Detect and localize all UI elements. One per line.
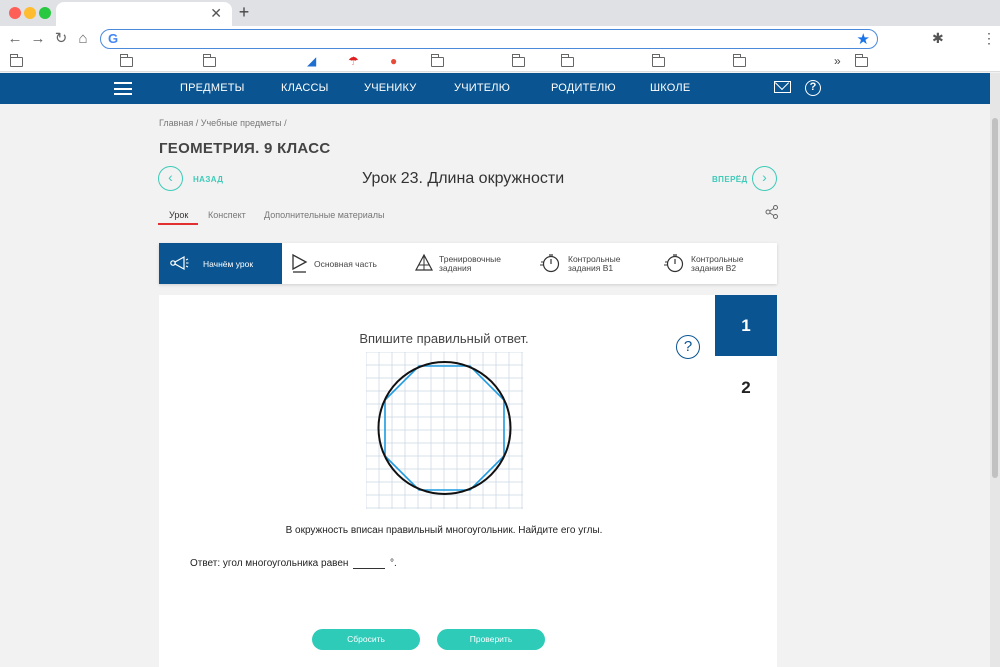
close-window-button[interactable] [9,7,21,19]
star-icon[interactable]: ★ [857,30,870,48]
play-icon [292,253,308,273]
tab-additional-materials[interactable]: Дополнительные материалы [264,210,385,220]
task-number-2[interactable]: 2 [715,370,777,405]
folder-icon[interactable] [561,54,574,67]
pyramid-icon [415,253,433,271]
lesson-title: Урок 23. Длина окружности [362,170,565,187]
step-control-b2[interactable]: Контрольные задания В2 [654,243,777,284]
back-arrow-icon[interactable]: ← [6,30,24,48]
bookmarks-bar: ◢ ☂ ● » [0,52,1000,72]
step-training-tasks[interactable]: Тренировочные задания [406,243,530,284]
stopwatch-icon [540,254,560,273]
minimize-window-button[interactable] [24,7,36,19]
step-label: Начнём урок [203,259,254,269]
step-label: задания В1 [568,263,614,273]
nav-teachers[interactable]: УЧИТЕЛЮ [454,82,510,94]
map-pin-icon[interactable]: ● [390,54,397,68]
new-tab-button[interactable]: + [236,2,252,23]
browser-tab[interactable]: ✕ [56,2,232,26]
back-label[interactable]: НАЗАД [193,175,223,184]
reload-icon[interactable]: ↻ [52,30,70,48]
tab-lesson[interactable]: Урок [169,210,188,220]
step-start-lesson[interactable]: Начнём урок [159,243,282,284]
answer-input[interactable] [353,559,386,569]
lesson-stepper: Начнём урок Основная часть Тренировочные… [159,243,777,284]
folder-icon[interactable] [10,54,23,67]
menu-dots-icon[interactable]: ⋮ [982,30,996,47]
check-button[interactable]: Проверить [437,629,545,650]
active-tab-underline [158,223,198,225]
nav-schools[interactable]: ШКОЛЕ [650,82,690,94]
task-number-1[interactable]: 1 [715,295,777,356]
site-navbar: ПРЕДМЕТЫ КЛАССЫ УЧЕНИКУ УЧИТЕЛЮ РОДИТЕЛЮ… [0,73,990,104]
grid [366,352,523,509]
forward-arrow-icon[interactable]: → [29,30,47,48]
reset-button[interactable]: Сбросить [312,629,420,650]
google-icon: G [108,31,119,46]
folder-icon[interactable] [652,54,665,67]
back-button[interactable]: ‹ [158,166,183,191]
scrollbar-thumb[interactable] [992,118,998,478]
nav-subjects[interactable]: ПРЕДМЕТЫ [180,82,245,94]
folder-icon[interactable] [855,54,868,67]
breadcrumb[interactable]: Главная / Учебные предметы / [159,118,287,128]
home-icon[interactable]: ⌂ [74,30,92,48]
browser-toolbar: ← → ↻ ⌂ G ★ ✱ ⋮ [0,26,1000,52]
step-label: Основная часть [314,259,377,269]
polygon-in-circle-figure [366,352,523,509]
scrollbar[interactable] [990,73,1000,667]
help-icon[interactable]: ? [805,80,821,96]
maximize-window-button[interactable] [39,7,51,19]
inscribed-polygon [384,365,505,491]
folder-icon[interactable] [203,54,216,67]
chevron-right-icon: › [762,169,767,185]
share-icon[interactable] [765,205,779,219]
answer-suffix: °. [389,558,397,569]
address-bar[interactable]: G ★ [100,29,878,49]
umbrella-icon[interactable]: ☂ [348,54,359,68]
step-control-b1[interactable]: Контрольные задания В1 [530,243,654,284]
answer-prefix: Ответ: угол многоугольника равен [190,558,349,569]
bookmark-site-icon[interactable]: ◢ [307,54,316,68]
page-title: ГЕОМЕТРИЯ. 9 КЛАСС [159,140,331,157]
answer-line: Ответ: угол многоугольника равен °. [190,558,397,569]
more-bookmarks-button[interactable]: » [834,54,841,68]
step-main-part[interactable]: Основная часть [282,243,406,284]
mail-icon[interactable] [774,81,791,93]
forward-button[interactable]: › [752,166,777,191]
task-instruction: Впишите правильный ответ. [359,331,529,346]
hamburger-menu-icon[interactable] [114,82,132,95]
circle [377,361,512,495]
nav-parents[interactable]: РОДИТЕЛЮ [551,82,616,94]
tab-summary[interactable]: Конспект [208,210,246,220]
browser-tab-bar: ✕ + [0,0,1000,26]
forward-label[interactable]: ВПЕРЁД [712,175,748,184]
folder-icon[interactable] [120,54,133,67]
folder-icon[interactable] [512,54,525,67]
stopwatch-icon [664,254,684,273]
extensions-icon[interactable]: ✱ [932,30,944,47]
nav-students[interactable]: УЧЕНИКУ [364,82,416,94]
megaphone-icon [170,255,189,271]
task-question: В окружность вписан правильный многоугол… [285,525,603,536]
folder-icon[interactable] [431,54,444,67]
chevron-left-icon: ‹ [168,169,173,185]
folder-icon[interactable] [733,54,746,67]
close-tab-icon[interactable]: ✕ [210,5,222,22]
step-label: задания [439,263,472,273]
step-label: задания В2 [691,263,737,273]
nav-classes[interactable]: КЛАССЫ [281,82,329,94]
